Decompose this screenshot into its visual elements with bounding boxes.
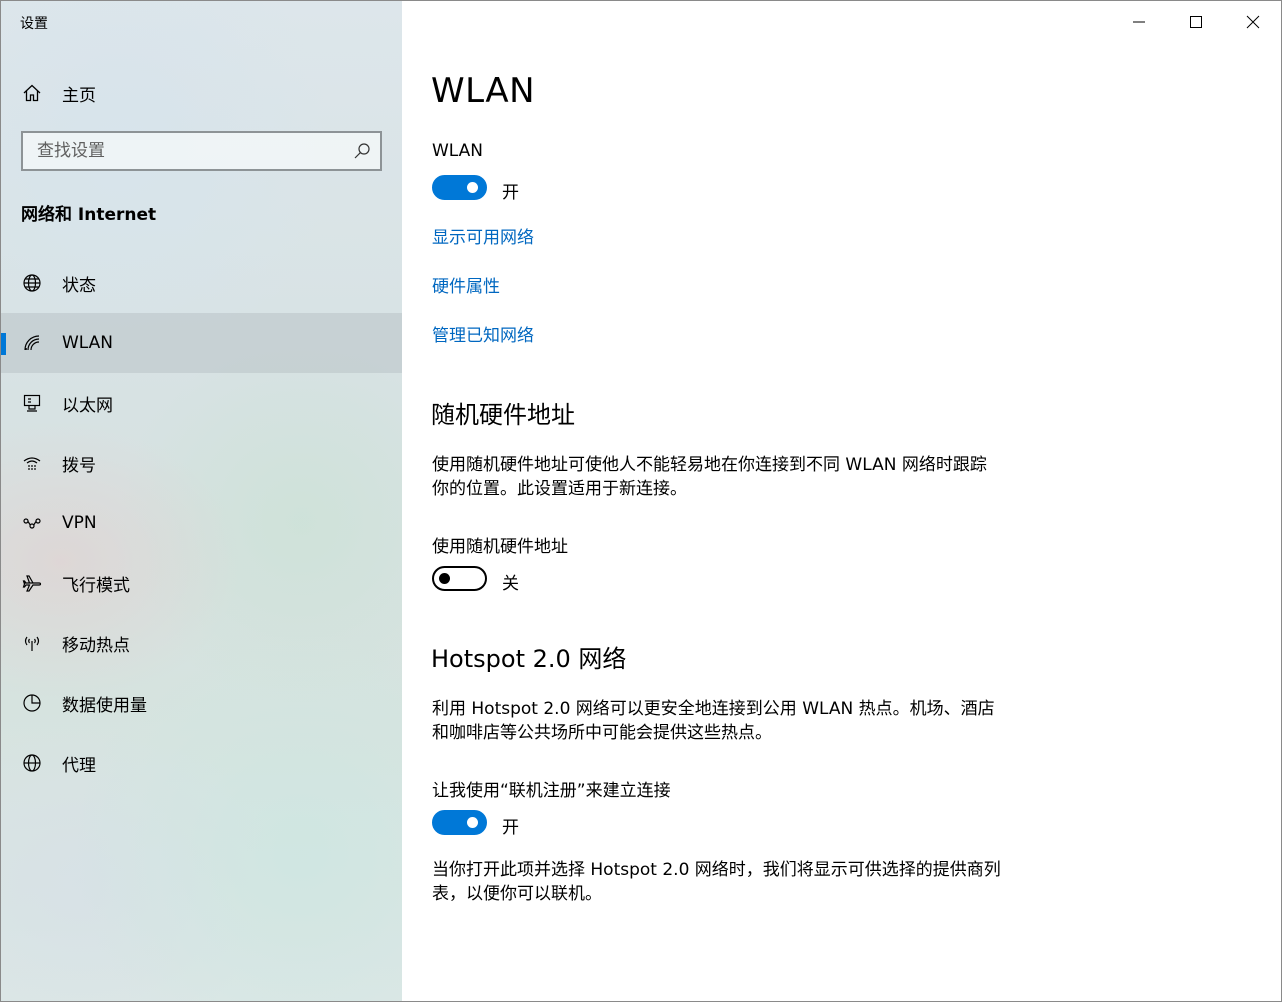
ethernet-icon [21,392,43,414]
manage-known-networks-link[interactable]: 管理已知网络 [432,321,534,346]
settings-window: 设置 主页 网络和 Internet [0,0,1282,1002]
hotspot-heading: Hotspot 2.0 网络 [431,645,627,673]
sidebar-item-airplane-mode[interactable]: 飞行模式 [1,553,402,613]
sidebar-item-proxy[interactable]: 代理 [1,733,402,793]
sidebar: 设置 主页 网络和 Internet [1,1,402,1001]
wifi-icon [21,332,43,354]
close-button[interactable] [1224,1,1281,43]
hotspot-toggle-label: 让我使用“联机注册”来建立连接 [432,781,671,801]
sidebar-home[interactable]: 主页 [1,73,402,113]
random-mac-description: 使用随机硬件地址可使他人不能轻易地在你连接到不同 WLAN 网络时跟踪你的位置。… [432,455,987,499]
home-icon [21,82,43,104]
show-available-networks-link[interactable]: 显示可用网络 [432,223,534,248]
section-title: 网络和 Internet [21,205,157,225]
toggle-knob [439,573,450,584]
sidebar-item-label: 拨号 [62,455,96,476]
random-mac-toggle-label: 使用随机硬件地址 [432,537,568,557]
maximize-icon [1189,16,1202,28]
titlebar-controls [1110,1,1281,43]
random-mac-toggle-state: 关 [502,574,519,594]
hardware-properties-link[interactable]: 硬件属性 [432,272,500,297]
dialup-icon [21,452,43,474]
page-title: WLAN [431,71,536,111]
sidebar-item-ethernet[interactable]: 以太网 [1,373,402,433]
sidebar-item-wlan[interactable]: WLAN [1,313,402,373]
pie-chart-icon [21,692,43,714]
sidebar-home-label: 主页 [62,85,96,106]
close-icon [1246,15,1259,29]
sidebar-item-label: 代理 [62,755,96,776]
globe-proxy-icon [21,752,43,774]
sidebar-item-mobile-hotspot[interactable]: 移动热点 [1,613,402,673]
minimize-button[interactable] [1110,1,1167,43]
wlan-toggle[interactable] [432,175,487,200]
airplane-icon [21,572,43,594]
hotspot-icon [21,632,43,654]
sidebar-item-label: 状态 [62,275,96,296]
maximize-button[interactable] [1167,1,1224,43]
app-title: 设置 [20,16,48,32]
vpn-icon [21,512,43,534]
hotspot-description: 利用 Hotspot 2.0 网络可以更安全地连接到公用 WLAN 热点。机场、… [432,699,995,743]
sidebar-item-label: VPN [62,513,97,533]
hotspot-note: 当你打开此项并选择 Hotspot 2.0 网络时，我们将显示可供选择的提供商列… [432,860,1001,904]
toggle-knob [467,182,478,193]
wlan-toggle-state: 开 [502,183,519,203]
search-icon[interactable] [353,142,371,160]
toggle-knob [467,817,478,828]
main-content: WLAN WLAN 开 显示可用网络 硬件属性 管理已知网络 随机硬件地址 使用… [402,1,1281,1001]
wlan-toggle-label: WLAN [432,141,484,161]
random-mac-toggle[interactable] [432,566,487,591]
sidebar-item-data-usage[interactable]: 数据使用量 [1,673,402,733]
sidebar-item-label: 移动热点 [62,635,130,656]
search-input[interactable] [23,134,333,168]
online-signup-toggle-state: 开 [502,818,519,838]
online-signup-toggle[interactable] [432,810,487,835]
sidebar-item-vpn[interactable]: VPN [1,493,402,553]
sidebar-item-label: WLAN [62,333,114,353]
sidebar-item-dialup[interactable]: 拨号 [1,433,402,493]
sidebar-item-label: 飞行模式 [62,575,130,596]
minimize-icon [1132,21,1145,23]
search-box[interactable] [21,131,382,171]
sidebar-item-label: 数据使用量 [62,695,147,716]
sidebar-item-label: 以太网 [62,395,113,416]
random-mac-heading: 随机硬件地址 [431,401,575,429]
globe-status-icon [21,272,43,294]
sidebar-item-status[interactable]: 状态 [1,253,402,313]
nav-list: 状态 WLAN 以太网 拨号 VPN 飞行模式 移动热点 数据使用量 代理 [1,253,402,793]
